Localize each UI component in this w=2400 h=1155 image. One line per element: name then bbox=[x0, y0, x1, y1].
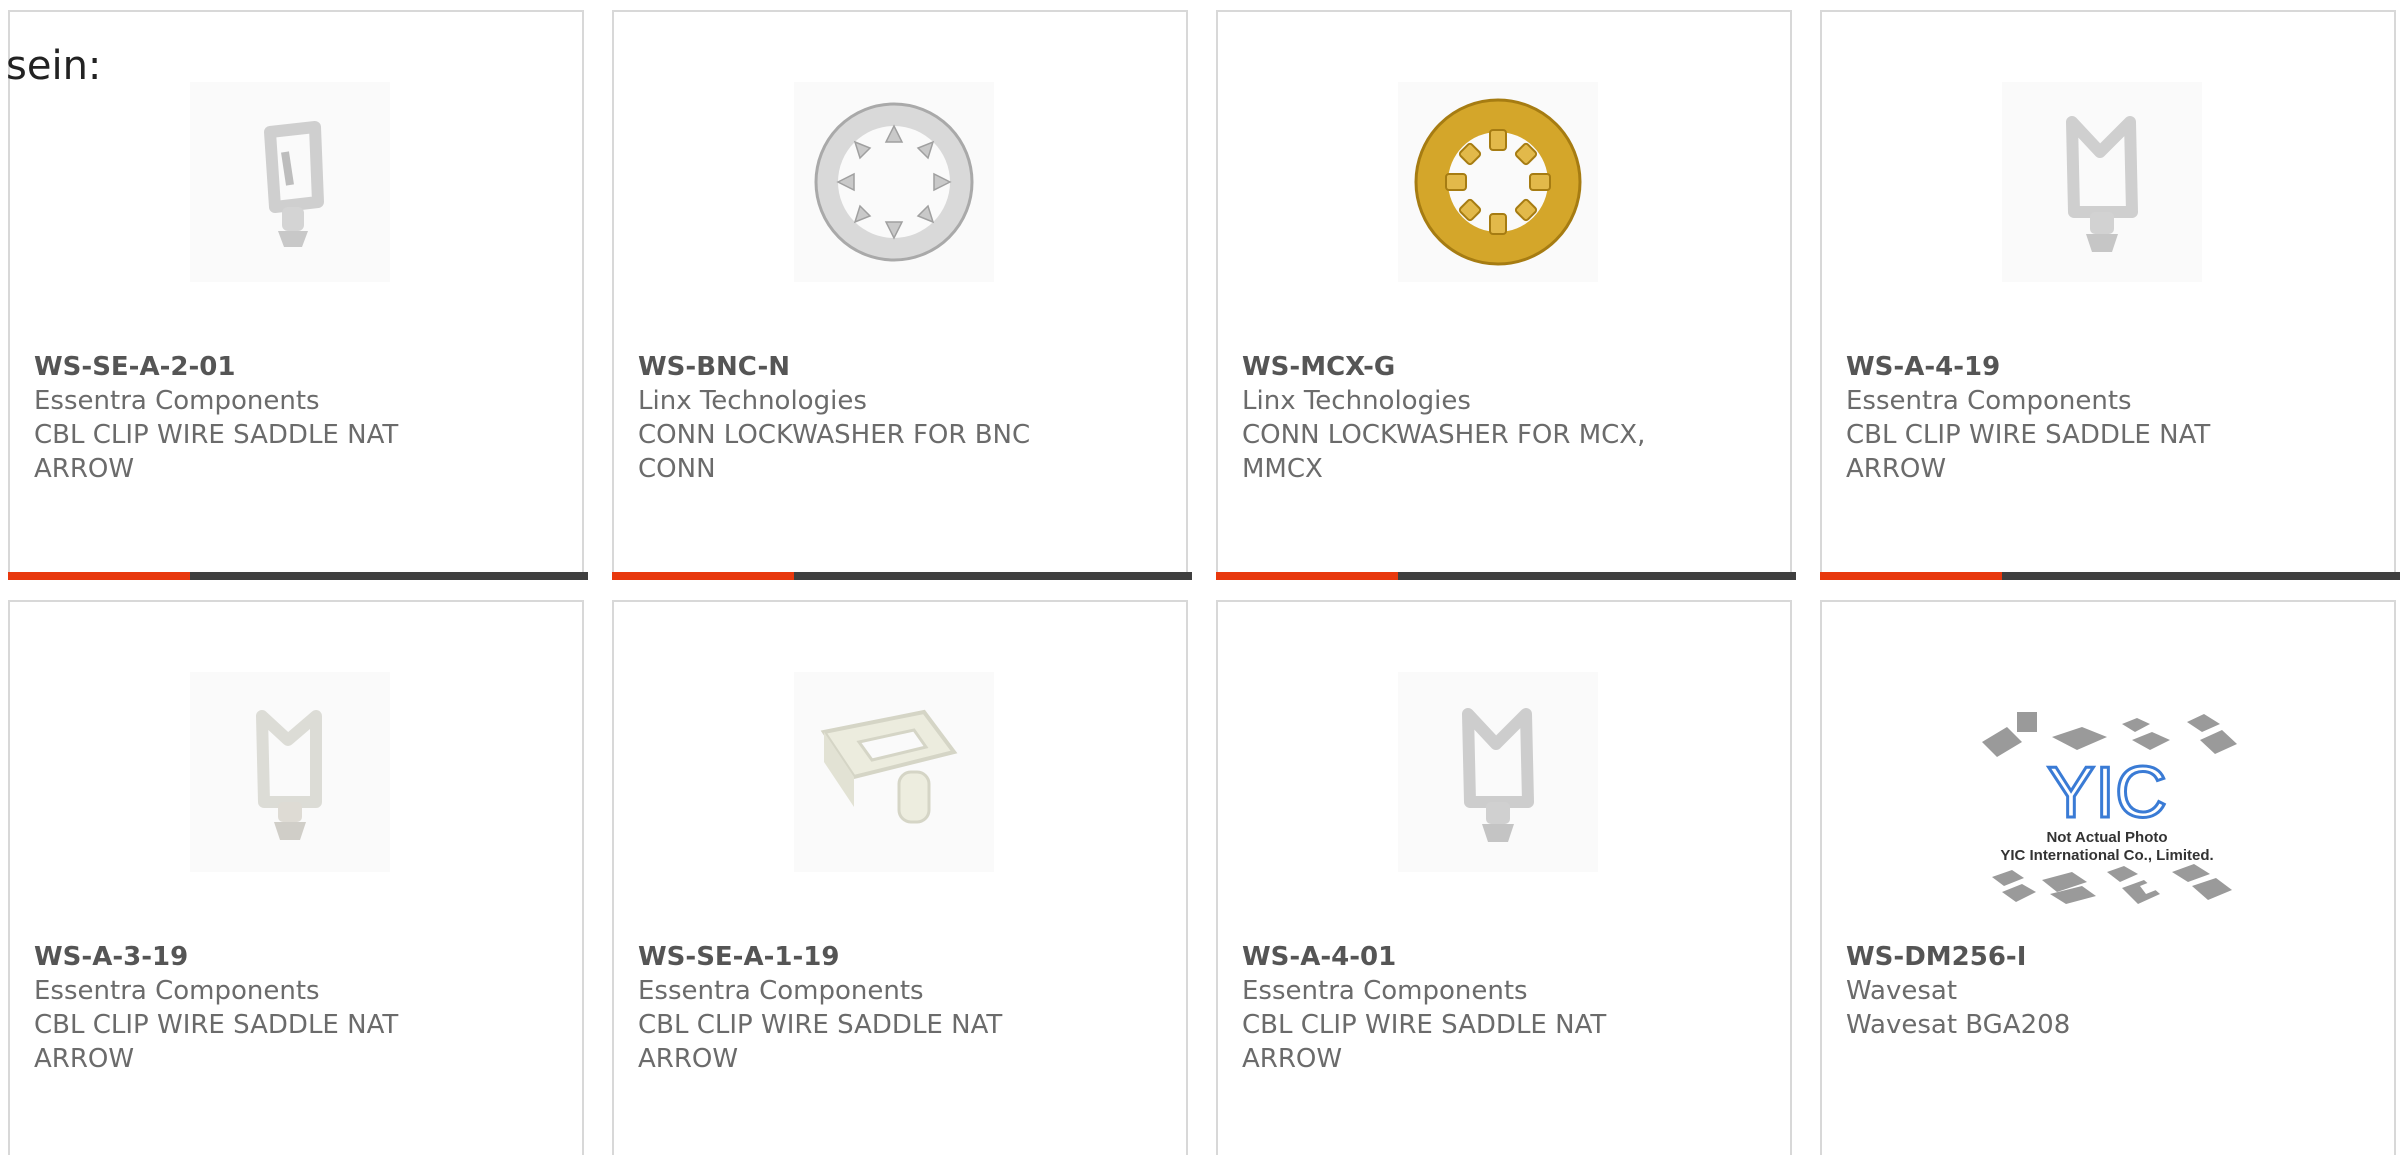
product-grid: WS-SE-A-2-01 Essentra Components CBL CLI… bbox=[8, 10, 2400, 1155]
card-bottom-bar bbox=[8, 572, 588, 580]
card-bar-accent bbox=[612, 572, 794, 580]
part-number-link[interactable]: WS-DM256-I bbox=[1846, 940, 2306, 974]
wire-saddle-clip-icon bbox=[820, 709, 958, 824]
product-image[interactable] bbox=[794, 82, 994, 282]
product-info: WS-SE-A-1-19 Essentra Components CBL CLI… bbox=[638, 940, 1098, 1076]
manufacturer: Essentra Components bbox=[34, 386, 320, 416]
product-info: WS-A-4-01 Essentra Components CBL CLIP W… bbox=[1242, 940, 1702, 1076]
wire-saddle-clip-icon bbox=[2066, 116, 2138, 252]
product-info: WS-A-3-19 Essentra Components CBL CLIP W… bbox=[34, 940, 494, 1076]
card-bottom-bar bbox=[612, 572, 1192, 580]
image-caption-1: Not Actual Photo bbox=[2046, 829, 2167, 846]
part-number-link[interactable]: WS-MCX-G bbox=[1242, 350, 1702, 384]
product-info: WS-A-4-19 Essentra Components CBL CLIP W… bbox=[1846, 350, 2306, 486]
part-number-link[interactable]: WS-A-3-19 bbox=[34, 940, 494, 974]
lead-text: sein: bbox=[6, 43, 102, 89]
wire-saddle-clip-icon bbox=[256, 710, 322, 840]
wire-saddle-clip-icon bbox=[264, 121, 324, 247]
product-info: WS-MCX-G Linx Technologies CONN LOCKWASH… bbox=[1242, 350, 1702, 486]
product-card[interactable]: YIC Not Actual Photo YIC International C… bbox=[1820, 600, 2396, 1155]
card-bottom-bar bbox=[1820, 572, 2400, 580]
description: CBL CLIP WIRE SADDLE NAT ARROW bbox=[34, 420, 399, 484]
part-number-link[interactable]: WS-A-4-01 bbox=[1242, 940, 1702, 974]
page: sein: WS-SE-A-2-01 Essentra Components C… bbox=[0, 0, 2400, 1155]
product-card[interactable]: WS-A-4-01 Essentra Components CBL CLIP W… bbox=[1216, 600, 1792, 1155]
manufacturer: Linx Technologies bbox=[638, 386, 867, 416]
card-bottom-bar bbox=[1216, 572, 1796, 580]
manufacturer: Essentra Components bbox=[1242, 976, 1528, 1006]
product-info: WS-SE-A-2-01 Essentra Components CBL CLI… bbox=[34, 350, 494, 486]
product-image[interactable] bbox=[1398, 672, 1598, 872]
manufacturer: Linx Technologies bbox=[1242, 386, 1471, 416]
product-info: WS-DM256-I Wavesat Wavesat BGA208 bbox=[1846, 940, 2306, 1042]
description: CBL CLIP WIRE SADDLE NAT ARROW bbox=[638, 1010, 1003, 1074]
description: CBL CLIP WIRE SADDLE NAT ARROW bbox=[1846, 420, 2211, 484]
manufacturer: Essentra Components bbox=[638, 976, 924, 1006]
manufacturer: Essentra Components bbox=[1846, 386, 2132, 416]
part-number-link[interactable]: WS-SE-A-1-19 bbox=[638, 940, 1098, 974]
product-card[interactable]: WS-MCX-G Linx Technologies CONN LOCKWASH… bbox=[1216, 10, 1796, 580]
part-number-link[interactable]: WS-BNC-N bbox=[638, 350, 1098, 384]
part-number-link[interactable]: WS-SE-A-2-01 bbox=[34, 350, 494, 384]
description: CONN LOCKWASHER FOR MCX, MMCX bbox=[1242, 420, 1646, 484]
product-card[interactable]: WS-A-4-19 Essentra Components CBL CLIP W… bbox=[1820, 10, 2400, 580]
product-card[interactable]: WS-A-3-19 Essentra Components CBL CLIP W… bbox=[8, 600, 584, 1155]
yic-logo: YIC bbox=[2047, 753, 2167, 833]
description: CBL CLIP WIRE SADDLE NAT ARROW bbox=[34, 1010, 399, 1074]
lockwasher-gold-icon bbox=[1414, 98, 1582, 266]
not-actual-photo-placeholder-icon: YIC Not Actual Photo YIC International C… bbox=[1982, 712, 2237, 904]
product-image[interactable] bbox=[2002, 82, 2202, 282]
image-caption-2: YIC International Co., Limited. bbox=[2000, 847, 2213, 864]
description: CBL CLIP WIRE SADDLE NAT ARROW bbox=[1242, 1010, 1607, 1074]
product-image[interactable] bbox=[1398, 82, 1598, 282]
product-card[interactable]: WS-SE-A-1-19 Essentra Components CBL CLI… bbox=[612, 600, 1188, 1155]
card-bar-accent bbox=[8, 572, 190, 580]
product-image[interactable] bbox=[190, 82, 390, 282]
description: CONN LOCKWASHER FOR BNC CONN bbox=[638, 420, 1031, 484]
part-number-link[interactable]: WS-A-4-19 bbox=[1846, 350, 2306, 384]
wire-saddle-clip-icon bbox=[1462, 708, 1534, 842]
product-info: WS-BNC-N Linx Technologies CONN LOCKWASH… bbox=[638, 350, 1098, 486]
manufacturer: Essentra Components bbox=[34, 976, 320, 1006]
product-image[interactable]: YIC Not Actual Photo YIC International C… bbox=[1972, 682, 2242, 922]
product-image[interactable] bbox=[794, 672, 994, 872]
description: Wavesat BGA208 bbox=[1846, 1010, 2071, 1040]
product-image[interactable] bbox=[190, 672, 390, 872]
card-bar-accent bbox=[1216, 572, 1398, 580]
lockwasher-silver-icon bbox=[814, 102, 974, 262]
product-card[interactable]: WS-BNC-N Linx Technologies CONN LOCKWASH… bbox=[612, 10, 1192, 580]
manufacturer: Wavesat bbox=[1846, 976, 1958, 1006]
card-bar-accent bbox=[1820, 572, 2002, 580]
